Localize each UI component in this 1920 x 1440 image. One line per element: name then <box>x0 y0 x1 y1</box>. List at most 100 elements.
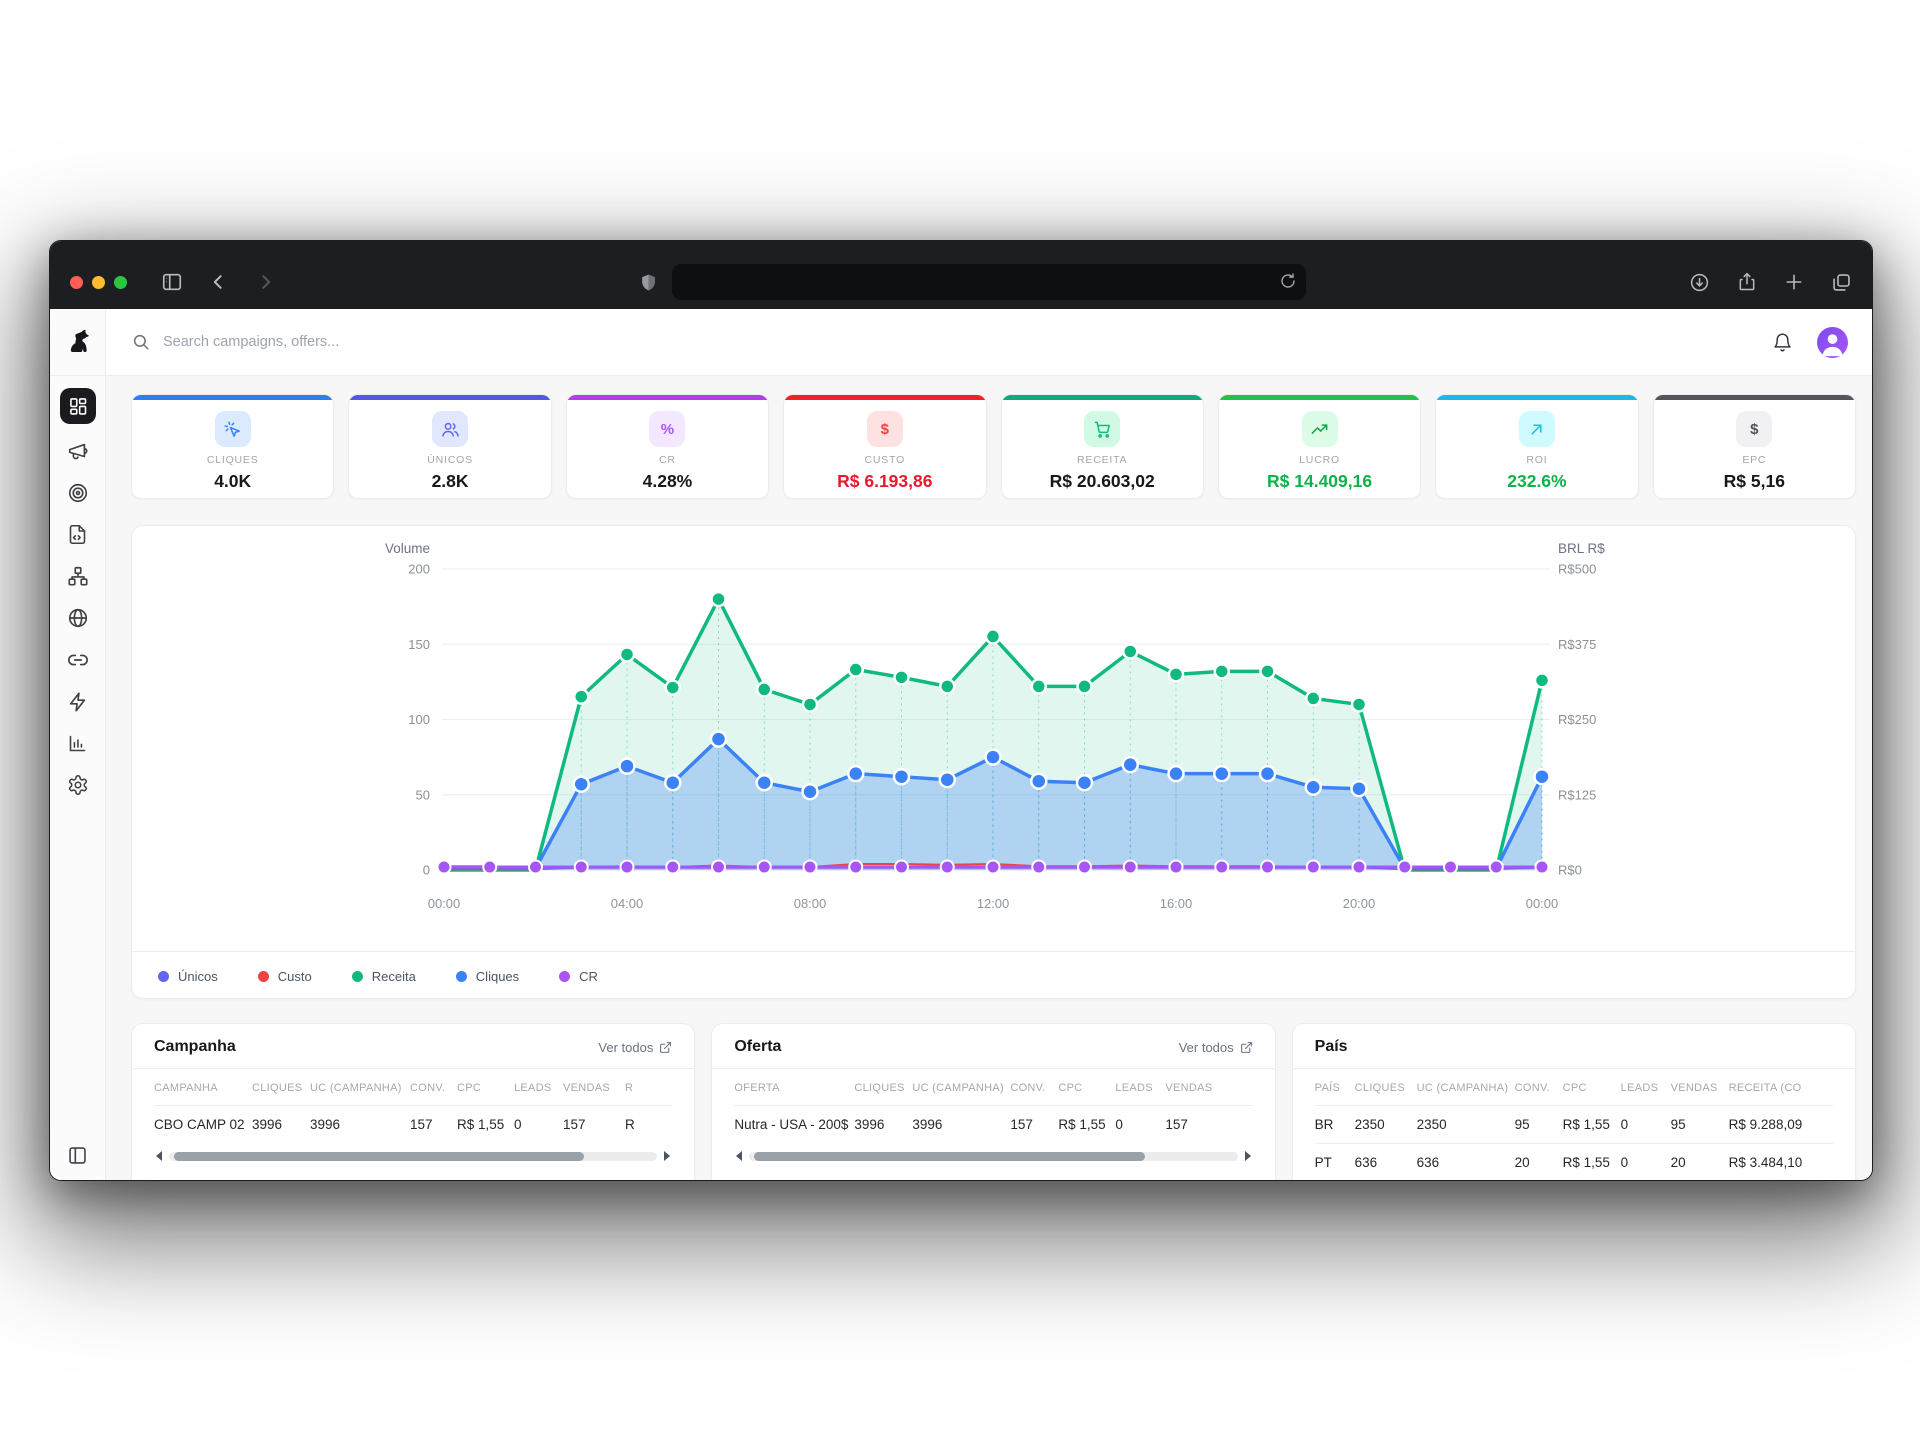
forward-icon[interactable] <box>255 272 275 292</box>
browser-window: Search campaigns, offers... <box>49 240 1873 1181</box>
close-button[interactable] <box>70 276 83 289</box>
kpi-label: EPC <box>1654 454 1855 466</box>
kpi-card-cr: % CR 4.28% <box>566 394 769 499</box>
url-field[interactable] <box>672 264 1306 300</box>
search-input[interactable]: Search campaigns, offers... <box>132 333 1772 351</box>
trending-up-icon <box>1302 411 1338 447</box>
sidebar-item-settings[interactable] <box>67 774 89 796</box>
scrollbar-thumb[interactable] <box>174 1152 584 1161</box>
oferta-table: OFERTACLIQUESUC (CAMPANHA)CONV.CPCLEADSV… <box>734 1069 1252 1143</box>
shield-icon[interactable] <box>639 272 658 293</box>
external-link-icon <box>1240 1041 1253 1054</box>
svg-text:R$375: R$375 <box>1558 637 1596 652</box>
app-header: Search campaigns, offers... <box>106 309 1872 376</box>
legend-item-receita[interactable]: Receita <box>352 969 416 984</box>
kpi-value: R$ 14.409,16 <box>1219 471 1420 492</box>
scroll-right-arrow[interactable] <box>1245 1151 1251 1161</box>
arrow-up-right-icon <box>1519 411 1555 447</box>
legend-custo-swatch <box>258 971 269 982</box>
dollar-icon: $ <box>1736 411 1772 447</box>
legend-cr-swatch <box>559 971 570 982</box>
traffic-chart-card: 200R$500150R$375100R$25050R$1250R$0Volum… <box>131 525 1856 999</box>
scrollbar-thumb[interactable] <box>754 1152 1145 1161</box>
sidebar-item-funnels[interactable] <box>67 565 89 587</box>
tab-overview-icon[interactable] <box>1831 272 1852 293</box>
summary-tables-row: Campanha Ver todos CAMPANHACLIQUESUC (CA… <box>131 1023 1856 1180</box>
svg-text:R$250: R$250 <box>1558 712 1596 727</box>
table-row: CBO CAMP 0239963996157R$ 1,550157R <box>154 1106 672 1144</box>
scroll-left-arrow[interactable] <box>736 1151 742 1161</box>
fullscreen-button[interactable] <box>114 276 127 289</box>
new-tab-icon[interactable] <box>1784 272 1804 292</box>
sidebar-item-reports[interactable] <box>67 733 88 754</box>
traffic-lights <box>70 276 127 289</box>
scroll-right-arrow[interactable] <box>664 1151 670 1161</box>
click-icon <box>215 411 251 447</box>
share-icon[interactable] <box>1737 271 1757 293</box>
dollar-icon: $ <box>867 411 903 447</box>
svg-text:08:00: 08:00 <box>794 896 827 911</box>
kpi-value: R$ 5,16 <box>1654 471 1855 492</box>
legend-item-cliques[interactable]: Cliques <box>456 969 519 984</box>
sidebar-item-domains[interactable] <box>67 607 89 629</box>
sidebar-item-campaigns[interactable] <box>67 440 89 462</box>
legend-item-unicos[interactable]: Únicos <box>158 969 218 984</box>
minimize-button[interactable] <box>92 276 105 289</box>
svg-text:0: 0 <box>423 863 430 878</box>
reload-icon[interactable] <box>1279 272 1297 290</box>
legend-receita-swatch <box>352 971 363 982</box>
sidebar-item-integrations[interactable] <box>67 691 89 713</box>
scrollbar-track[interactable] <box>169 1152 657 1161</box>
user-avatar[interactable] <box>1817 327 1848 358</box>
sidebar-collapse-icon[interactable] <box>67 1145 88 1180</box>
svg-text:R$125: R$125 <box>1558 787 1596 802</box>
ver-todos-link[interactable]: Ver todos <box>598 1040 672 1055</box>
notifications-bell-icon[interactable] <box>1772 332 1793 353</box>
table-row: BR2350235095R$ 1,55095R$ 9.288,09 <box>1315 1106 1833 1144</box>
svg-text:12:00: 12:00 <box>977 896 1010 911</box>
ver-todos-link[interactable]: Ver todos <box>1179 1040 1253 1055</box>
kpi-row: CLIQUES 4.0K ÚNICOS 2.8K <box>131 394 1856 499</box>
kpi-card-epc: $ EPC R$ 5,16 <box>1653 394 1856 499</box>
svg-text:R$0: R$0 <box>1558 863 1582 878</box>
external-link-icon <box>659 1041 672 1054</box>
horizontal-scrollbar[interactable] <box>736 1148 1250 1164</box>
sidebar-item-landing-pages[interactable] <box>67 524 88 545</box>
kpi-label: ROI <box>1436 454 1637 466</box>
kpi-value: 4.28% <box>567 471 768 492</box>
browser-titlebar <box>50 241 1872 309</box>
kpi-label: ÚNICOS <box>349 454 550 466</box>
screenshot-canvas: Search campaigns, offers... <box>0 0 1920 1440</box>
svg-text:Volume: Volume <box>385 541 430 556</box>
back-icon[interactable] <box>209 272 229 292</box>
svg-text:150: 150 <box>408 637 430 652</box>
table-row: PT63663620R$ 1,55020R$ 3.484,10 <box>1315 1144 1833 1181</box>
kpi-card-roi: ROI 232.6% <box>1435 394 1638 499</box>
scrollbar-track[interactable] <box>749 1152 1237 1161</box>
kpi-value: R$ 20.603,02 <box>1002 471 1203 492</box>
svg-text:16:00: 16:00 <box>1160 896 1193 911</box>
table-title: Campanha <box>154 1038 236 1056</box>
sidebar-item-links[interactable] <box>67 649 89 671</box>
search-icon <box>132 333 150 351</box>
horizontal-scrollbar[interactable] <box>156 1148 670 1164</box>
svg-text:R$500: R$500 <box>1558 562 1596 577</box>
svg-text:BRL R$: BRL R$ <box>1558 541 1605 556</box>
svg-text:50: 50 <box>416 787 430 802</box>
kpi-label: CLIQUES <box>132 454 333 466</box>
percent-icon: % <box>649 411 685 447</box>
sidebar-toggle-icon[interactable] <box>161 271 183 293</box>
scroll-left-arrow[interactable] <box>156 1151 162 1161</box>
sidebar-item-offers[interactable] <box>67 482 89 504</box>
kpi-value: 2.8K <box>349 471 550 492</box>
cart-icon <box>1084 411 1120 447</box>
svg-text:200: 200 <box>408 562 430 577</box>
legend-item-cr[interactable]: CR <box>559 969 598 984</box>
traffic-chart: 200R$500150R$375100R$25050R$1250R$0Volum… <box>132 526 1858 998</box>
legend-item-custo[interactable]: Custo <box>258 969 312 984</box>
dashboard-scroll-area[interactable]: CLIQUES 4.0K ÚNICOS 2.8K <box>106 376 1872 1180</box>
table-row: Nutra - USA - 200$39963996157R$ 1,550157 <box>734 1106 1252 1144</box>
sidebar-item-dashboard[interactable] <box>60 388 96 424</box>
legend-cliques-swatch <box>456 971 467 982</box>
downloads-icon[interactable] <box>1689 272 1710 293</box>
